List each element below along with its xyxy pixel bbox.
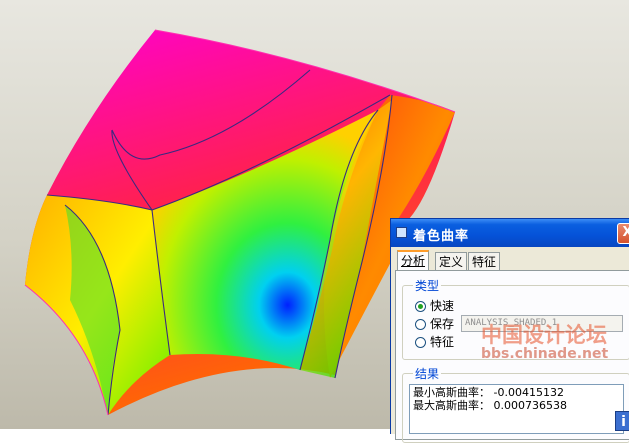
radio-save-label: 保存 — [430, 317, 455, 331]
result-group: 结果 最小高斯曲率： -0.00415132 最大高斯曲率： 0.0007365… — [402, 365, 629, 443]
close-button[interactable]: X — [617, 223, 629, 244]
info-icon[interactable]: i — [615, 411, 629, 431]
result-group-label: 结果 — [413, 365, 442, 382]
radio-fast-label: 快速 — [430, 299, 455, 313]
tab-define[interactable]: 定义 — [435, 252, 468, 270]
dialog-title: 着色曲率 — [413, 229, 470, 244]
radio-fast[interactable]: 快速 — [415, 298, 454, 314]
tab-analysis[interactable]: 分析 — [397, 250, 430, 271]
radio-save[interactable]: 保存 — [415, 316, 454, 332]
dialog-title-bar[interactable]: 着色曲率 X — [391, 219, 629, 247]
radio-feature[interactable]: 特征 — [415, 334, 454, 350]
watermark-url: bbs.chinade.net — [481, 346, 609, 362]
result-text-area[interactable]: 最小高斯曲率： -0.00415132 最大高斯曲率： 0.000736538 — [409, 384, 624, 434]
min-gaussian-curvature: 最小高斯曲率： -0.00415132 — [413, 386, 564, 399]
radio-unchecked-icon[interactable] — [415, 319, 426, 330]
max-gaussian-curvature: 最大高斯曲率： 0.000736538 — [413, 399, 567, 412]
shaded-curvature-dialog[interactable]: 着色曲率 X 分析 定义 特征 类型 快速 保存 ANALYSIS_SHADED… — [390, 218, 629, 443]
type-group-label: 类型 — [413, 277, 442, 294]
tab-feature[interactable]: 特征 — [468, 252, 501, 270]
radio-checked-icon[interactable] — [415, 301, 426, 312]
radio-feature-label: 特征 — [430, 335, 455, 349]
window-icon — [396, 227, 407, 238]
watermark-logo: 中国设计论坛 — [481, 323, 607, 347]
radio-unchecked-icon[interactable] — [415, 337, 426, 348]
